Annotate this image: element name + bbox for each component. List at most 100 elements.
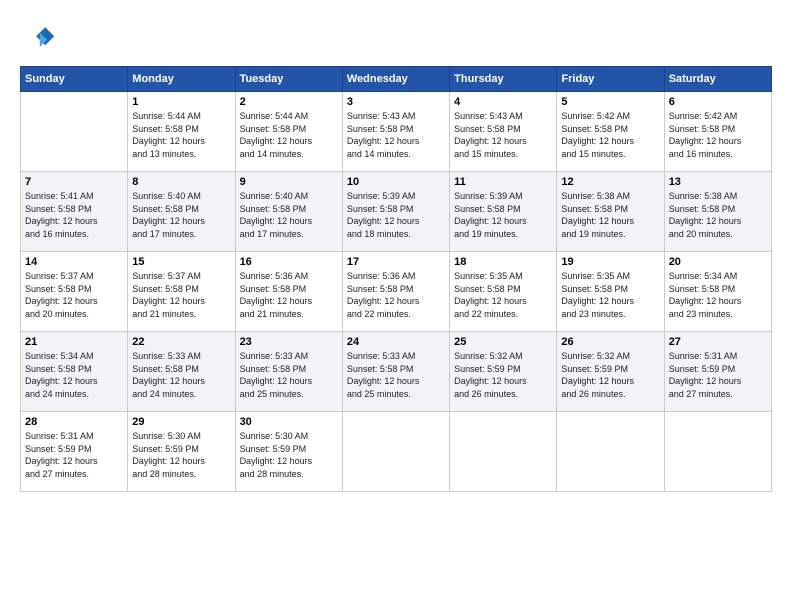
cell-info: Sunrise: 5:38 AM Sunset: 5:58 PM Dayligh… xyxy=(561,190,659,240)
day-number: 16 xyxy=(240,256,338,268)
weekday-header-friday: Friday xyxy=(557,67,664,92)
calendar-cell: 10 Sunrise: 5:39 AM Sunset: 5:58 PM Dayli… xyxy=(342,172,449,252)
calendar-header-row: SundayMondayTuesdayWednesdayThursdayFrid… xyxy=(21,67,772,92)
weekday-header-sunday: Sunday xyxy=(21,67,128,92)
day-number: 18 xyxy=(454,256,552,268)
calendar-cell: 23 Sunrise: 5:33 AM Sunset: 5:58 PM Dayli… xyxy=(235,332,342,412)
weekday-header-saturday: Saturday xyxy=(664,67,771,92)
cell-info: Sunrise: 5:43 AM Sunset: 5:58 PM Dayligh… xyxy=(454,110,552,160)
day-number: 5 xyxy=(561,96,659,108)
calendar-week-row: 1 Sunrise: 5:44 AM Sunset: 5:58 PM Daylig… xyxy=(21,92,772,172)
cell-info: Sunrise: 5:37 AM Sunset: 5:58 PM Dayligh… xyxy=(132,270,230,320)
day-number: 24 xyxy=(347,336,445,348)
calendar-cell: 4 Sunrise: 5:43 AM Sunset: 5:58 PM Daylig… xyxy=(450,92,557,172)
calendar-cell xyxy=(21,92,128,172)
day-number: 28 xyxy=(25,416,123,428)
weekday-header-thursday: Thursday xyxy=(450,67,557,92)
cell-info: Sunrise: 5:37 AM Sunset: 5:58 PM Dayligh… xyxy=(25,270,123,320)
calendar-cell xyxy=(450,412,557,492)
day-number: 29 xyxy=(132,416,230,428)
cell-info: Sunrise: 5:40 AM Sunset: 5:58 PM Dayligh… xyxy=(240,190,338,240)
cell-info: Sunrise: 5:33 AM Sunset: 5:58 PM Dayligh… xyxy=(240,350,338,400)
calendar-cell: 15 Sunrise: 5:37 AM Sunset: 5:58 PM Dayli… xyxy=(128,252,235,332)
calendar-cell: 8Sunrise: 5:40 AM Sunset: 5:58 PM Daylig… xyxy=(128,172,235,252)
weekday-header-monday: Monday xyxy=(128,67,235,92)
cell-info: Sunrise: 5:43 AM Sunset: 5:58 PM Dayligh… xyxy=(347,110,445,160)
day-number: 8 xyxy=(132,176,230,188)
cell-info: Sunrise: 5:32 AM Sunset: 5:59 PM Dayligh… xyxy=(561,350,659,400)
calendar-week-row: 28 Sunrise: 5:31 AM Sunset: 5:59 PM Dayli… xyxy=(21,412,772,492)
calendar-cell: 12 Sunrise: 5:38 AM Sunset: 5:58 PM Dayli… xyxy=(557,172,664,252)
cell-info: Sunrise: 5:38 AM Sunset: 5:58 PM Dayligh… xyxy=(669,190,767,240)
calendar-cell: 25 Sunrise: 5:32 AM Sunset: 5:59 PM Dayli… xyxy=(450,332,557,412)
cell-info: Sunrise: 5:31 AM Sunset: 5:59 PM Dayligh… xyxy=(25,430,123,480)
day-number: 25 xyxy=(454,336,552,348)
day-number: 11 xyxy=(454,176,552,188)
day-number: 19 xyxy=(561,256,659,268)
day-number: 22 xyxy=(132,336,230,348)
day-number: 9 xyxy=(240,176,338,188)
calendar-table: SundayMondayTuesdayWednesdayThursdayFrid… xyxy=(20,66,772,492)
calendar-week-row: 14 Sunrise: 5:37 AM Sunset: 5:58 PM Dayli… xyxy=(21,252,772,332)
calendar-cell: 21 Sunrise: 5:34 AM Sunset: 5:58 PM Dayli… xyxy=(21,332,128,412)
calendar-cell: 17Sunrise: 5:36 AM Sunset: 5:58 PM Dayli… xyxy=(342,252,449,332)
calendar-cell: 27 Sunrise: 5:31 AM Sunset: 5:59 PM Dayli… xyxy=(664,332,771,412)
day-number: 1 xyxy=(132,96,230,108)
calendar-cell: 3 Sunrise: 5:43 AM Sunset: 5:58 PM Daylig… xyxy=(342,92,449,172)
calendar-cell: 18 Sunrise: 5:35 AM Sunset: 5:58 PM Dayli… xyxy=(450,252,557,332)
cell-info: Sunrise: 5:34 AM Sunset: 5:58 PM Dayligh… xyxy=(25,350,123,400)
day-number: 4 xyxy=(454,96,552,108)
calendar-cell: 28 Sunrise: 5:31 AM Sunset: 5:59 PM Dayli… xyxy=(21,412,128,492)
calendar-cell: 14 Sunrise: 5:37 AM Sunset: 5:58 PM Dayli… xyxy=(21,252,128,332)
calendar-cell: 20 Sunrise: 5:34 AM Sunset: 5:58 PM Dayli… xyxy=(664,252,771,332)
cell-info: Sunrise: 5:41 AM Sunset: 5:58 PM Dayligh… xyxy=(25,190,123,240)
cell-info: Sunrise: 5:39 AM Sunset: 5:58 PM Dayligh… xyxy=(347,190,445,240)
cell-info: Sunrise: 5:44 AM Sunset: 5:58 PM Dayligh… xyxy=(240,110,338,160)
day-number: 14 xyxy=(25,256,123,268)
cell-info: Sunrise: 5:31 AM Sunset: 5:59 PM Dayligh… xyxy=(669,350,767,400)
day-number: 2 xyxy=(240,96,338,108)
cell-info: Sunrise: 5:35 AM Sunset: 5:58 PM Dayligh… xyxy=(454,270,552,320)
calendar-cell: 26 Sunrise: 5:32 AM Sunset: 5:59 PM Dayli… xyxy=(557,332,664,412)
calendar-cell: 6Sunrise: 5:42 AM Sunset: 5:58 PM Daylig… xyxy=(664,92,771,172)
calendar-cell: 2 Sunrise: 5:44 AM Sunset: 5:58 PM Daylig… xyxy=(235,92,342,172)
cell-info: Sunrise: 5:34 AM Sunset: 5:58 PM Dayligh… xyxy=(669,270,767,320)
cell-info: Sunrise: 5:32 AM Sunset: 5:59 PM Dayligh… xyxy=(454,350,552,400)
calendar-cell: 11Sunrise: 5:39 AM Sunset: 5:58 PM Dayli… xyxy=(450,172,557,252)
calendar-cell: 19 Sunrise: 5:35 AM Sunset: 5:58 PM Dayli… xyxy=(557,252,664,332)
day-number: 15 xyxy=(132,256,230,268)
cell-info: Sunrise: 5:33 AM Sunset: 5:58 PM Dayligh… xyxy=(347,350,445,400)
day-number: 10 xyxy=(347,176,445,188)
calendar-cell: 5 Sunrise: 5:42 AM Sunset: 5:58 PM Daylig… xyxy=(557,92,664,172)
calendar-cell xyxy=(342,412,449,492)
cell-info: Sunrise: 5:35 AM Sunset: 5:58 PM Dayligh… xyxy=(561,270,659,320)
cell-info: Sunrise: 5:42 AM Sunset: 5:58 PM Dayligh… xyxy=(669,110,767,160)
day-number: 26 xyxy=(561,336,659,348)
calendar-cell: 13 Sunrise: 5:38 AM Sunset: 5:58 PM Dayli… xyxy=(664,172,771,252)
calendar-cell: 16 Sunrise: 5:36 AM Sunset: 5:58 PM Dayli… xyxy=(235,252,342,332)
day-number: 21 xyxy=(25,336,123,348)
weekday-header-wednesday: Wednesday xyxy=(342,67,449,92)
day-number: 30 xyxy=(240,416,338,428)
cell-info: Sunrise: 5:30 AM Sunset: 5:59 PM Dayligh… xyxy=(132,430,230,480)
cell-info: Sunrise: 5:30 AM Sunset: 5:59 PM Dayligh… xyxy=(240,430,338,480)
day-number: 27 xyxy=(669,336,767,348)
day-number: 12 xyxy=(561,176,659,188)
day-number: 3 xyxy=(347,96,445,108)
calendar-cell: 9 Sunrise: 5:40 AM Sunset: 5:58 PM Daylig… xyxy=(235,172,342,252)
cell-info: Sunrise: 5:44 AM Sunset: 5:58 PM Dayligh… xyxy=(132,110,230,160)
calendar-cell xyxy=(557,412,664,492)
logo xyxy=(20,20,60,56)
calendar-week-row: 7Sunrise: 5:41 AM Sunset: 5:58 PM Daylig… xyxy=(21,172,772,252)
day-number: 23 xyxy=(240,336,338,348)
page-header xyxy=(20,20,772,56)
calendar-cell: 24 Sunrise: 5:33 AM Sunset: 5:58 PM Dayli… xyxy=(342,332,449,412)
cell-info: Sunrise: 5:42 AM Sunset: 5:58 PM Dayligh… xyxy=(561,110,659,160)
logo-icon xyxy=(20,20,56,56)
day-number: 20 xyxy=(669,256,767,268)
calendar-week-row: 21 Sunrise: 5:34 AM Sunset: 5:58 PM Dayli… xyxy=(21,332,772,412)
cell-info: Sunrise: 5:36 AM Sunset: 5:58 PM Dayligh… xyxy=(240,270,338,320)
day-number: 13 xyxy=(669,176,767,188)
calendar-cell: 22Sunrise: 5:33 AM Sunset: 5:58 PM Dayli… xyxy=(128,332,235,412)
calendar-cell: 1 Sunrise: 5:44 AM Sunset: 5:58 PM Daylig… xyxy=(128,92,235,172)
